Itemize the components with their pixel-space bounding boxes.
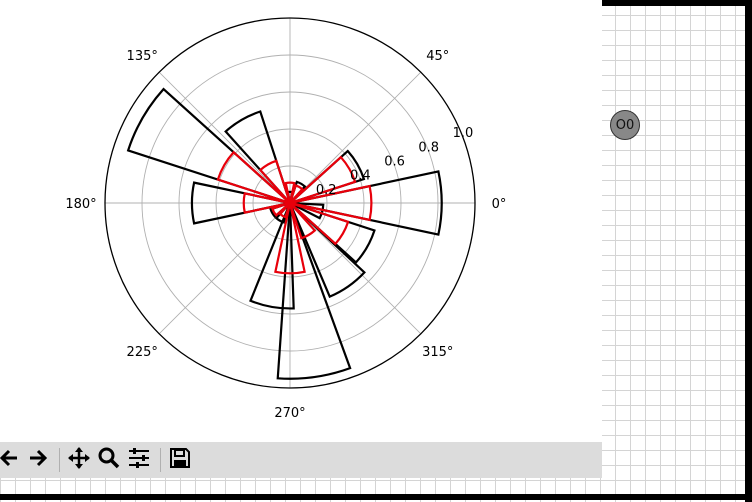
angle-tick-label: 135° [127, 49, 158, 64]
angle-tick-label: 90° [278, 0, 301, 3]
arrow-left-icon [0, 447, 20, 473]
pan-move-icon [67, 446, 91, 474]
save-figure-button[interactable] [167, 446, 193, 474]
angular-gridline [158, 71, 291, 204]
radial-tick-label: 0.6 [384, 155, 405, 170]
radial-tick-label: 1.0 [453, 126, 474, 141]
toolbar-separator [160, 448, 161, 472]
floppy-disk-icon [168, 446, 192, 474]
back-button[interactable] [0, 446, 22, 474]
angle-tick-label: 270° [274, 406, 305, 421]
angle-tick-label: 225° [127, 345, 158, 360]
radial-tick-label: 0.8 [418, 140, 439, 155]
toolbar-separator [59, 448, 60, 472]
figure-canvas[interactable]: 0° 45° 90° 135° 180° 225° 270° 315° 0.2 0.4 0.6 0.8… [0, 0, 602, 442]
canvas-frame-top [602, 0, 752, 6]
output-node-label: O0 [615, 117, 635, 133]
output-node[interactable]: O0 [610, 110, 640, 140]
radial-tick-label: 0.4 [350, 169, 371, 184]
arrow-right-icon [27, 447, 49, 473]
pan-button[interactable] [66, 446, 92, 474]
canvas-frame-bottom [0, 494, 752, 500]
canvas-frame-right [745, 0, 752, 502]
angle-tick-label: 0° [492, 197, 507, 212]
angle-tick-label: 315° [422, 345, 453, 360]
forward-button[interactable] [25, 446, 51, 474]
plot-window: 0° 45° 90° 135° 180° 225° 270° 315° 0.2 0.4 0.6 0.8… [0, 0, 602, 478]
angle-tick-label: 45° [426, 49, 449, 64]
magnifier-icon [97, 446, 121, 474]
radial-tick-label: 0.2 [316, 183, 337, 198]
polar-chart: 0° 45° 90° 135° 180° 225° 270° 315° 0.2 0.4 0.6 0.8… [65, 0, 507, 421]
polar-bar-black [224, 110, 292, 204]
sliders-icon [127, 446, 151, 474]
configure-subplots-button[interactable] [126, 446, 152, 474]
zoom-button[interactable] [96, 446, 122, 474]
navigation-toolbar [0, 442, 602, 478]
angle-tick-label: 180° [65, 197, 96, 212]
angular-gridline [158, 202, 291, 335]
